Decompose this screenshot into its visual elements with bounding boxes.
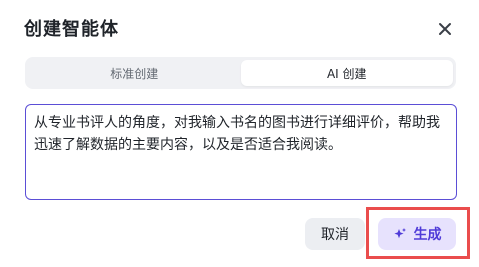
prompt-input[interactable]: 从专业书评人的角度，对我输入书名的图书进行详细评价，帮助我迅速了解数据的主要内容…	[25, 104, 457, 200]
create-agent-dialog: 创建智能体 标准创建 AI 创建 从专业书评人的角度，对我输入书名的图书进行详细…	[0, 0, 479, 267]
sparkle-icon	[393, 228, 406, 239]
close-icon	[439, 23, 451, 35]
tab-standard-create[interactable]: 标准创建	[28, 60, 241, 86]
tab-ai-create[interactable]: AI 创建	[240, 60, 453, 86]
generate-button[interactable]: 生成	[378, 218, 456, 250]
dialog-title: 创建智能体	[24, 19, 119, 40]
close-button[interactable]	[434, 18, 456, 40]
generate-label: 生成	[413, 227, 442, 243]
cancel-button[interactable]: 取消	[305, 218, 365, 250]
creation-mode-tabs: 标准创建 AI 创建	[25, 57, 456, 89]
